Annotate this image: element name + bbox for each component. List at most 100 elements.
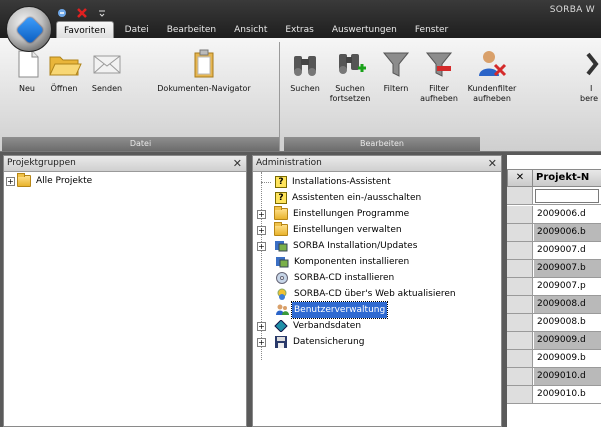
- ribbon: Neu Öffnen Senden Dokumenten-Navigator D…: [0, 38, 601, 152]
- clipboard-icon: [188, 48, 220, 80]
- tree-item-assistenten[interactable]: ? Assistenten ein-/ausschalten: [263, 190, 423, 206]
- dropdown-icon[interactable]: [94, 6, 110, 20]
- title-bar: SORBA W Favoriten Datei Bearbeiten Ansic…: [0, 0, 601, 40]
- row-header[interactable]: [507, 332, 533, 349]
- projects-pane-title: Projektgruppen: [7, 158, 76, 168]
- column-header-projekt-nr[interactable]: Projekt-N: [533, 169, 601, 187]
- table-cell[interactable]: 2009009.b: [534, 350, 601, 367]
- table-cell[interactable]: 2009010.b: [534, 386, 601, 403]
- tree-item-installations-assistent[interactable]: ? Installations-Assistent: [261, 174, 393, 190]
- search-button[interactable]: Suchen: [288, 48, 322, 94]
- row-header[interactable]: [507, 314, 533, 331]
- table-row[interactable]: 2009006.d: [507, 206, 601, 224]
- tree-item-datensicherung[interactable]: + Datensicherung: [257, 334, 366, 350]
- table-row[interactable]: 2009009.d: [507, 332, 601, 350]
- partial-label-1: I: [590, 84, 593, 93]
- filter-row: [507, 187, 601, 205]
- tree-item-sorba-cd[interactable]: SORBA-CD installieren: [263, 270, 396, 286]
- table-cell[interactable]: 2009008.d: [534, 296, 601, 313]
- table-cell[interactable]: 2009007.b: [534, 260, 601, 277]
- customer-filter-label-1: Kundenfilter: [467, 84, 517, 93]
- table-row[interactable]: 2009010.b: [507, 386, 601, 404]
- filter-remove-button[interactable]: Filter aufheben: [418, 48, 460, 104]
- expand-icon[interactable]: +: [257, 225, 266, 235]
- tree-item-sorba-cd-web[interactable]: SORBA-CD über's Web aktualisieren: [263, 286, 458, 302]
- tab-datei[interactable]: Datei: [118, 21, 156, 39]
- send-button[interactable]: Senden: [86, 48, 128, 94]
- partial-label-2: bere: [580, 94, 599, 103]
- tree-item-label: SORBA Installation/Updates: [293, 241, 418, 251]
- new-button-label: Neu: [19, 84, 35, 93]
- tree-item-verbandsdaten[interactable]: + Verbandsdaten: [257, 318, 363, 334]
- row-header[interactable]: [507, 350, 533, 367]
- expand-icon[interactable]: +: [257, 337, 266, 347]
- tree-item-einstellungen-verwalten[interactable]: + Einstellungen verwalten: [257, 222, 404, 238]
- document-navigator-button[interactable]: Dokumenten-Navigator: [130, 48, 278, 94]
- expand-icon[interactable]: +: [257, 321, 266, 331]
- partial-icon: [584, 48, 601, 80]
- tree-item-sorba-installation[interactable]: + SORBA Installation/Updates: [257, 238, 419, 254]
- tree-item-alle-projekte[interactable]: + Alle Projekte: [6, 173, 94, 189]
- tree-item-label: Benutzerverwaltung: [290, 301, 389, 319]
- binoculars-plus-icon: [334, 48, 366, 80]
- tab-fenster[interactable]: Fenster: [408, 21, 455, 39]
- new-button[interactable]: Neu: [12, 48, 42, 94]
- row-header[interactable]: [507, 242, 533, 259]
- row-header[interactable]: [507, 296, 533, 313]
- tree-item-komponenten[interactable]: Komponenten installieren: [263, 254, 411, 270]
- row-header[interactable]: [507, 278, 533, 295]
- table-cell[interactable]: 2009006.d: [534, 206, 601, 223]
- expand-icon[interactable]: +: [257, 241, 266, 251]
- table-cell[interactable]: 2009009.d: [534, 332, 601, 349]
- filter-button[interactable]: Filtern: [378, 48, 414, 94]
- table-row[interactable]: 2009006.b: [507, 224, 601, 242]
- diamond-icon: [274, 319, 288, 333]
- open-button[interactable]: Öffnen: [44, 48, 84, 94]
- table-cell[interactable]: 2009007.p: [534, 278, 601, 295]
- table-cell[interactable]: 2009006.b: [534, 224, 601, 241]
- customer-filter-remove-button[interactable]: Kundenfilter aufheben: [464, 48, 520, 104]
- table-row[interactable]: 2009007.d: [507, 242, 601, 260]
- search-continue-button[interactable]: Suchen fortsetzen: [324, 48, 376, 104]
- customer-filter-label-2: aufheben: [473, 94, 511, 103]
- table-row[interactable]: 2009008.b: [507, 314, 601, 332]
- table-row[interactable]: 2009007.p: [507, 278, 601, 296]
- application-orb-button[interactable]: [6, 6, 52, 52]
- close-red-icon[interactable]: [74, 6, 90, 20]
- row-header[interactable]: [507, 260, 533, 277]
- close-icon[interactable]: ✕: [233, 156, 242, 171]
- admin-pane-header: Administration ✕: [253, 156, 501, 172]
- folder-open-icon: [48, 48, 82, 80]
- row-header[interactable]: [507, 386, 533, 403]
- admin-tree: ? Installations-Assistent ? Assistenten …: [253, 172, 501, 422]
- ribbon-group-label-bearbeiten: Bearbeiten: [284, 137, 480, 151]
- tree-item-label: SORBA-CD installieren: [294, 273, 395, 283]
- table-cell[interactable]: 2009008.b: [534, 314, 601, 331]
- partial-ribbon-button[interactable]: I bere: [580, 48, 601, 104]
- arrow-icon[interactable]: [54, 6, 70, 20]
- close-icon[interactable]: ✕: [488, 156, 497, 171]
- folder-icon: [274, 222, 288, 236]
- filter-button-label: Filtern: [383, 84, 409, 93]
- expand-icon[interactable]: +: [257, 209, 266, 219]
- row-header[interactable]: [507, 368, 533, 385]
- document-navigator-label: Dokumenten-Navigator: [157, 84, 251, 93]
- row-header[interactable]: [507, 206, 533, 223]
- tree-item-benutzerverwaltung[interactable]: Benutzerverwaltung: [263, 301, 389, 319]
- table-row[interactable]: 2009008.d: [507, 296, 601, 314]
- table-row[interactable]: 2009010.d: [507, 368, 601, 386]
- grid-corner-button[interactable]: ✕: [507, 169, 533, 187]
- table-cell[interactable]: 2009007.d: [534, 242, 601, 259]
- table-row[interactable]: 2009007.b: [507, 260, 601, 278]
- tab-bearbeiten[interactable]: Bearbeiten: [160, 21, 223, 39]
- tab-extras[interactable]: Extras: [278, 21, 320, 39]
- table-row[interactable]: 2009009.b: [507, 350, 601, 368]
- install-icon: [274, 240, 288, 252]
- table-cell[interactable]: 2009010.d: [534, 368, 601, 385]
- tab-auswertungen[interactable]: Auswertungen: [325, 21, 404, 39]
- row-header[interactable]: [507, 224, 533, 241]
- tree-item-einstellungen-programme[interactable]: + Einstellungen Programme: [257, 206, 411, 222]
- expand-icon[interactable]: +: [6, 176, 15, 186]
- filter-input[interactable]: [535, 189, 599, 203]
- tab-ansicht[interactable]: Ansicht: [227, 21, 274, 39]
